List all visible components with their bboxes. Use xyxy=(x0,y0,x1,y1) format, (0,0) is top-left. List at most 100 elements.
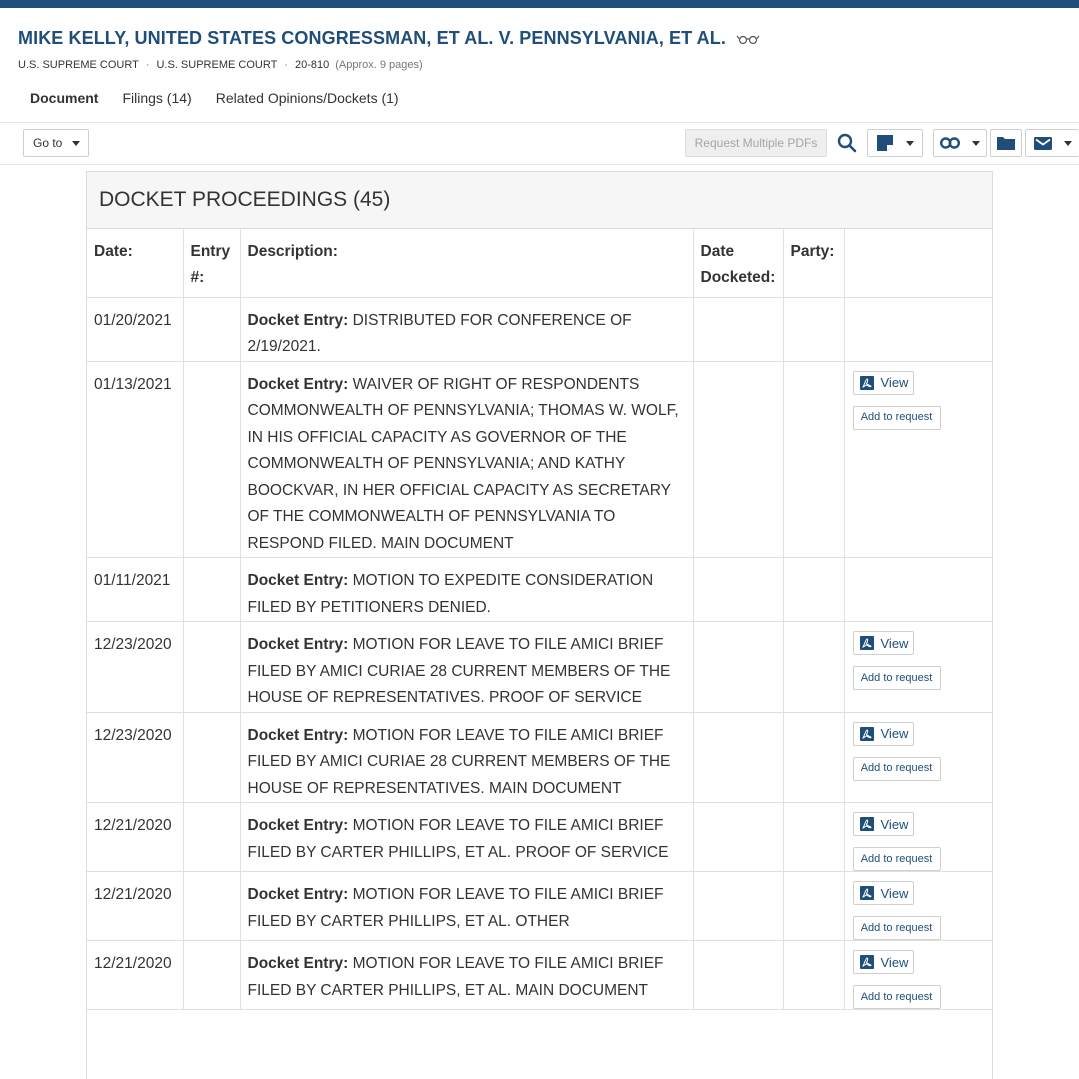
view-button[interactable]: View xyxy=(852,881,914,905)
row-description: Docket Entry: MOTION FOR LEAVE TO FILE A… xyxy=(240,871,694,941)
view-button[interactable]: View xyxy=(852,370,914,395)
row-party xyxy=(783,297,845,362)
divider xyxy=(0,122,1079,123)
tab-document[interactable]: Document xyxy=(30,90,98,106)
row-actions: View Add to request xyxy=(844,361,992,558)
view-label: View xyxy=(880,635,909,651)
col-header-description: Description: xyxy=(240,229,694,298)
goto-dropdown[interactable]: Go to xyxy=(23,129,89,157)
add-to-request-button[interactable]: Add to request xyxy=(852,847,941,871)
add-to-request-button[interactable]: Add to request xyxy=(852,985,941,1009)
view-button[interactable]: View xyxy=(852,721,914,746)
search-button[interactable] xyxy=(831,129,863,157)
pdf-icon xyxy=(859,886,874,900)
row-date: 01/11/2021 xyxy=(87,557,184,622)
row-date-docketed xyxy=(693,712,784,803)
row-date-docketed xyxy=(693,557,784,622)
table-row: 01/11/2021 Docket Entry: MOTION TO EXPED… xyxy=(87,557,992,622)
view-button[interactable]: View xyxy=(852,812,914,836)
action-group: View Add to request xyxy=(852,881,987,940)
chevron-down-icon xyxy=(72,140,81,146)
tab-filings[interactable]: Filings (14) xyxy=(122,90,191,106)
folder-icon xyxy=(997,137,1015,150)
row-entry xyxy=(183,297,241,362)
pdf-icon xyxy=(859,955,874,969)
docket-entry-label: Docket Entry: xyxy=(247,886,349,903)
toolbar: Go to Request Multiple PDFs xyxy=(0,124,1079,164)
action-group: View Add to request xyxy=(852,370,987,430)
row-entry xyxy=(183,712,241,803)
row-description: Docket Entry: MOTION FOR LEAVE TO FILE A… xyxy=(240,712,694,803)
row-actions: View Add to request xyxy=(844,712,992,803)
docket-entry-label: Docket Entry: xyxy=(247,375,349,393)
glasses-icon[interactable] xyxy=(736,33,760,45)
row-party xyxy=(783,940,845,1010)
row-description: Docket Entry: WAIVER OF RIGHT OF RESPOND… xyxy=(240,361,694,558)
case-header: MIKE KELLY, UNITED STATES CONGRESSMAN, E… xyxy=(18,28,1061,71)
table-row: 12/21/2020 Docket Entry: MOTION FOR LEAV… xyxy=(87,802,992,872)
row-party xyxy=(783,621,845,713)
docket-entry-label: Docket Entry: xyxy=(247,311,349,329)
table-row: 12/21/2020 Docket Entry: MOTION FOR LEAV… xyxy=(87,940,992,1010)
view-label: View xyxy=(880,885,909,901)
row-date: 12/23/2020 xyxy=(87,712,184,803)
pdf-icon xyxy=(859,636,874,650)
docket-title: DOCKET PROCEEDINGS (45) xyxy=(87,172,992,229)
table-header-row: Date: Entry #: Description: Date Dockete… xyxy=(87,229,992,298)
docket-entry-label: Docket Entry: xyxy=(247,955,349,972)
row-date-docketed xyxy=(693,361,784,558)
row-actions: View Add to request xyxy=(844,940,992,1010)
document-tabs: Document Filings (14) Related Opinions/D… xyxy=(30,90,423,106)
row-description: Docket Entry: MOTION FOR LEAVE TO FILE A… xyxy=(240,621,694,713)
row-date-docketed xyxy=(693,802,784,872)
add-to-request-button[interactable]: Add to request xyxy=(852,756,941,781)
chevron-down-icon xyxy=(906,140,914,146)
row-party xyxy=(783,712,845,803)
row-actions xyxy=(844,557,992,622)
case-meta: U.S. SUPREME COURT · U.S. SUPREME COURT · 20… xyxy=(18,59,1061,71)
view-label: View xyxy=(880,375,909,390)
add-to-request-button[interactable]: Add to request xyxy=(852,666,941,690)
row-entry xyxy=(183,940,241,1010)
pdf-icon xyxy=(859,375,874,390)
view-button[interactable]: View xyxy=(852,631,914,655)
note-icon xyxy=(877,135,893,151)
row-date-docketed xyxy=(693,871,784,941)
row-party xyxy=(783,557,845,622)
row-actions: View Add to request xyxy=(844,621,992,713)
tab-related[interactable]: Related Opinions/Dockets (1) xyxy=(216,90,399,106)
link-button[interactable] xyxy=(933,129,987,157)
view-label: View xyxy=(880,816,909,832)
table-row: 01/20/2021 Docket Entry: DISTRIBUTED FOR… xyxy=(87,297,992,362)
row-date: 12/21/2020 xyxy=(87,802,184,872)
request-multiple-pdfs-button[interactable]: Request Multiple PDFs xyxy=(685,129,827,157)
row-description: Docket Entry: DISTRIBUTED FOR CONFERENCE… xyxy=(240,297,694,362)
add-to-request-button[interactable]: Add to request xyxy=(852,405,941,430)
view-button[interactable]: View xyxy=(852,950,914,974)
row-actions: View Add to request xyxy=(844,871,992,941)
divider xyxy=(0,164,1079,165)
row-entry xyxy=(183,361,241,558)
row-actions: View Add to request xyxy=(844,802,992,872)
chevron-down-icon xyxy=(972,140,980,146)
case-title: MIKE KELLY, UNITED STATES CONGRESSMAN, E… xyxy=(18,28,726,48)
row-date: 12/23/2020 xyxy=(87,621,184,713)
table-row: 12/23/2020 Docket Entry: MOTION FOR LEAV… xyxy=(87,712,992,803)
email-button[interactable] xyxy=(1025,129,1079,157)
view-label: View xyxy=(880,954,909,970)
goto-label: Go to xyxy=(33,136,63,150)
court-label: U.S. SUPREME COURT xyxy=(18,59,139,71)
court-label: U.S. SUPREME COURT xyxy=(156,59,278,71)
add-to-request-button[interactable]: Add to request xyxy=(852,916,941,940)
row-date-docketed xyxy=(693,297,784,362)
action-group: View Add to request xyxy=(852,631,987,690)
col-header-actions xyxy=(844,229,992,298)
col-header-date-docketed: Date Docketed: xyxy=(693,229,784,298)
row-actions xyxy=(844,297,992,362)
docket-entry-label: Docket Entry: xyxy=(247,572,349,589)
col-header-date: Date: xyxy=(87,229,184,298)
folder-button[interactable] xyxy=(990,129,1022,157)
pdf-icon xyxy=(859,726,874,741)
table-row: 12/21/2020 Docket Entry: MOTION FOR LEAV… xyxy=(87,871,992,941)
note-button[interactable] xyxy=(867,129,923,157)
